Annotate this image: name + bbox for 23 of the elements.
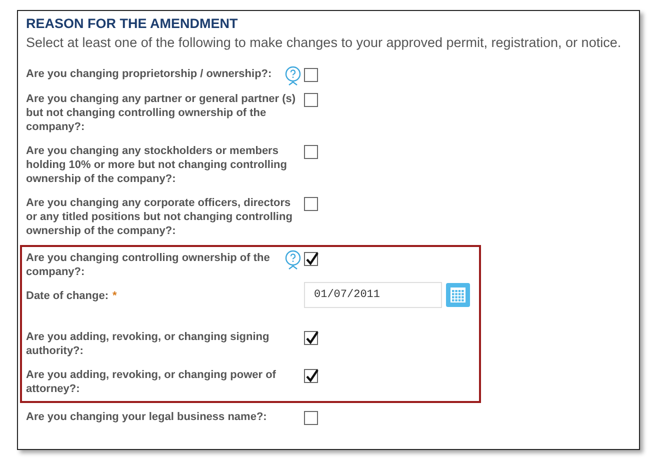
checkbox[interactable] — [304, 252, 318, 266]
question-label: Are you changing any corporate officers, directors or any titled positions but not changing controlling ownership of the company?: — [26, 196, 294, 238]
question-label: Are you adding, revoking, or changing signing authority?: — [26, 330, 270, 358]
checkbox[interactable] — [304, 93, 318, 107]
section-title: REASON FOR THE AMENDMENT — [26, 15, 239, 33]
question-label: Are you changing any partner or general partner (s) but not changing controlling ownership of the company?: — [26, 92, 297, 134]
question-label: Are you changing proprietorship / ownership?: — [26, 67, 272, 82]
instructions: Select at least one of the following to make changes to your approved permit, registration, or notice. — [26, 34, 622, 52]
required-mark: * — [112, 290, 117, 302]
checkbox[interactable] — [304, 145, 318, 159]
question-label: Are you changing your legal business name?: — [26, 410, 267, 425]
checkbox[interactable] — [304, 68, 318, 82]
checkbox[interactable] — [304, 331, 318, 345]
checkbox[interactable] — [304, 411, 318, 425]
question-label: Are you adding, revoking, or changing power of attorney?: — [26, 368, 277, 396]
question-label: Are you changing controlling ownership of the company?: — [26, 251, 271, 279]
date-field[interactable]: 01/07/2011 — [304, 282, 442, 308]
help-icon[interactable] — [285, 66, 301, 86]
checkbox[interactable] — [304, 369, 318, 383]
calendar-icon — [450, 287, 466, 303]
checkbox[interactable] — [304, 197, 318, 211]
question-label: Are you changing any stockholders or members holding 10% or more but not changing controlling ownership of the company?: — [26, 144, 288, 186]
question-label: Date of change: — [26, 290, 109, 302]
